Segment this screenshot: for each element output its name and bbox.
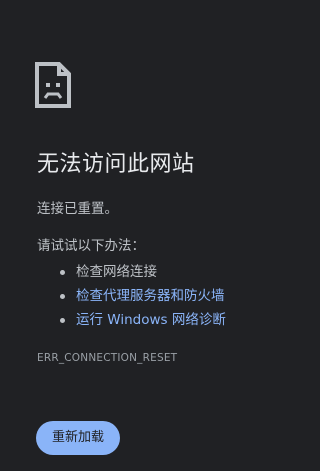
suggestion-run-diagnostics[interactable]: 运行 Windows 网络诊断 (60, 308, 226, 332)
error-code: ERR_CONNECTION_RESET (37, 352, 178, 364)
suggestion-check-proxy-firewall[interactable]: 检查代理服务器和防火墙 (60, 284, 226, 308)
reload-button[interactable]: 重新加载 (36, 421, 120, 455)
error-page: 无法访问此网站 连接已重置。 请试试以下办法： 检查网络连接 检查代理服务器和防… (0, 0, 266, 471)
suggestion-check-network: 检查网络连接 (60, 260, 226, 284)
suggestions-list: 检查网络连接 检查代理服务器和防火墙 运行 Windows 网络诊断 (60, 260, 226, 332)
suggestion-link-proxy-firewall[interactable]: 检查代理服务器和防火墙 (76, 288, 225, 304)
page-title: 无法访问此网站 (37, 152, 195, 177)
bullet-icon (60, 270, 65, 275)
bullet-icon (60, 318, 65, 323)
suggestion-link-windows-diagnostics[interactable]: 运行 Windows 网络诊断 (76, 312, 226, 328)
bullet-icon (60, 294, 65, 299)
suggestions-heading: 请试试以下办法： (37, 238, 145, 254)
suggestion-label: 检查网络连接 (76, 264, 157, 280)
sad-document-icon (34, 61, 74, 109)
error-description: 连接已重置。 (37, 201, 118, 217)
